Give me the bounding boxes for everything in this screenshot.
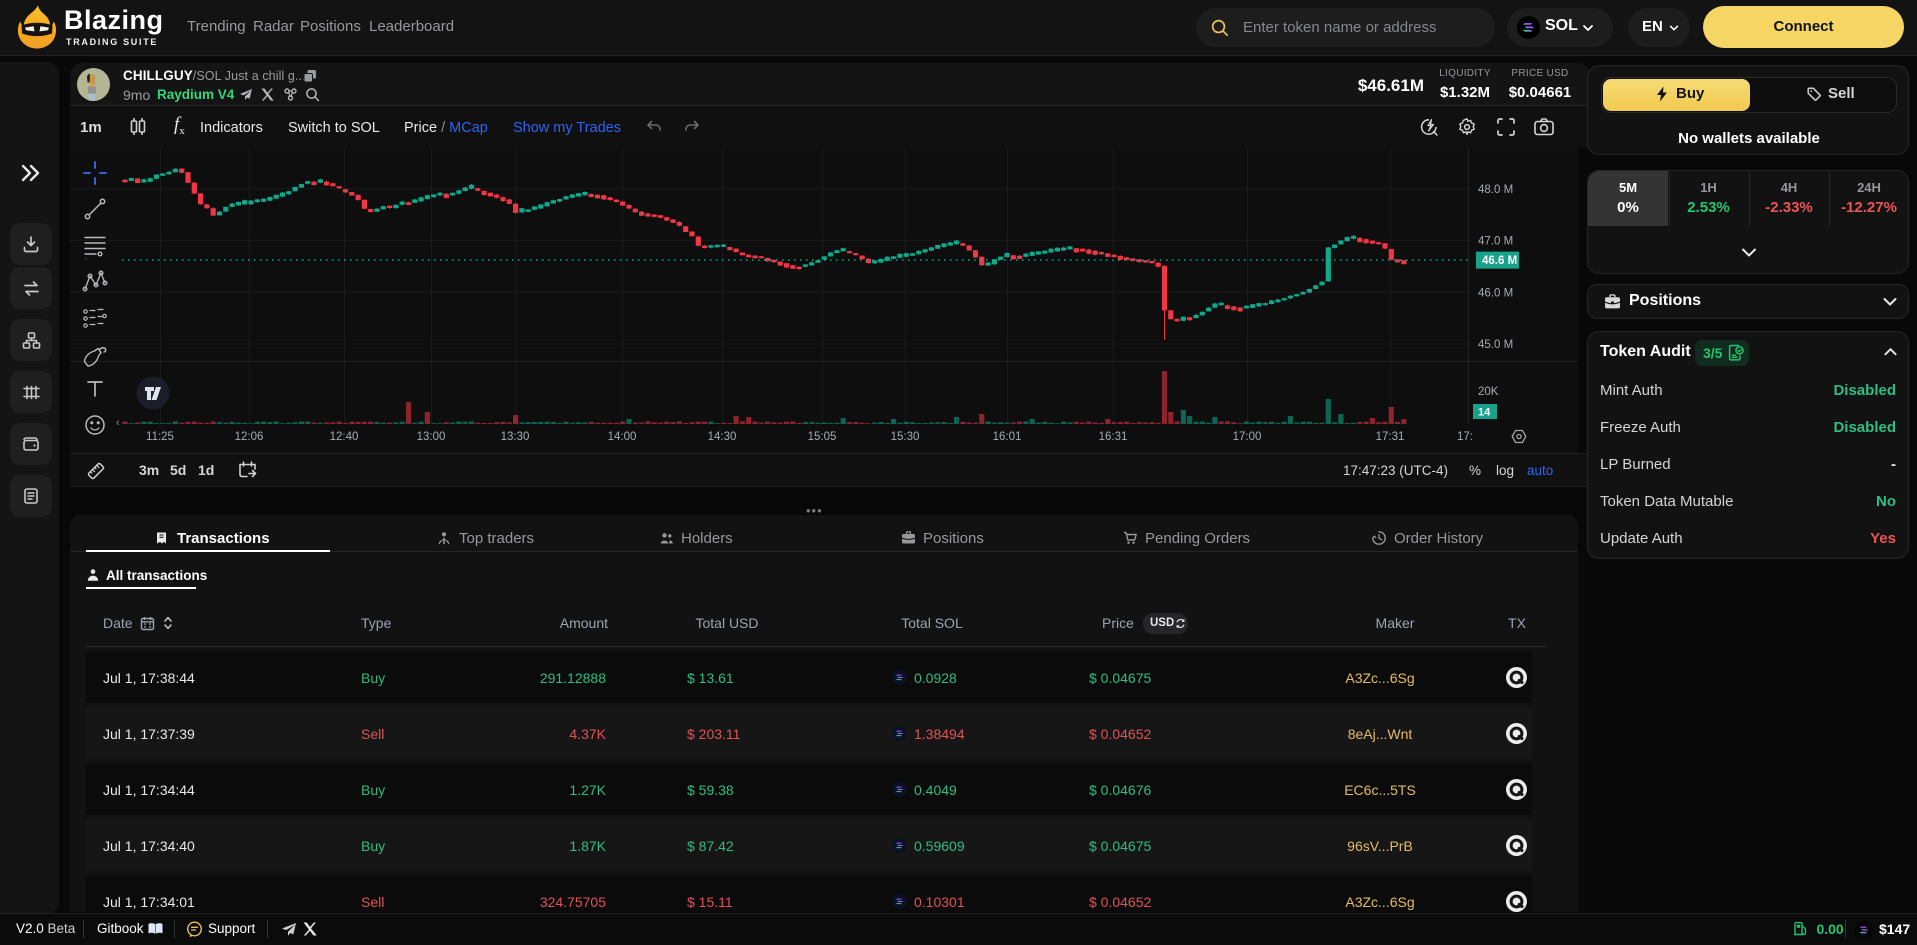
svg-text:16:31: 16:31	[1099, 431, 1128, 443]
svg-text:15:30: 15:30	[891, 431, 920, 443]
svg-text:48.0 M: 48.0 M	[1478, 184, 1513, 196]
svg-text:13:30: 13:30	[501, 431, 530, 443]
svg-text:13:00: 13:00	[417, 431, 446, 443]
svg-text:17:31: 17:31	[1376, 431, 1405, 443]
svg-text:46.6 M: 46.6 M	[1482, 255, 1517, 267]
svg-text:14: 14	[1478, 407, 1491, 419]
svg-text:14:00: 14:00	[608, 431, 637, 443]
svg-text:46.0 M: 46.0 M	[1478, 287, 1513, 299]
svg-text:16:01: 16:01	[993, 431, 1022, 443]
svg-text:17:00: 17:00	[1233, 431, 1262, 443]
svg-text:47.0 M: 47.0 M	[1478, 236, 1513, 248]
svg-text:15:05: 15:05	[808, 431, 837, 443]
svg-text:12:40: 12:40	[330, 431, 359, 443]
svg-text:14:30: 14:30	[708, 431, 737, 443]
svg-text:11:25: 11:25	[146, 431, 174, 443]
svg-text:20K: 20K	[1478, 386, 1499, 398]
svg-text:45.0 M: 45.0 M	[1478, 339, 1513, 351]
svg-text:12:06: 12:06	[235, 431, 264, 443]
svg-text:‹: ‹	[116, 417, 120, 429]
svg-text:17:: 17:	[1457, 431, 1473, 443]
